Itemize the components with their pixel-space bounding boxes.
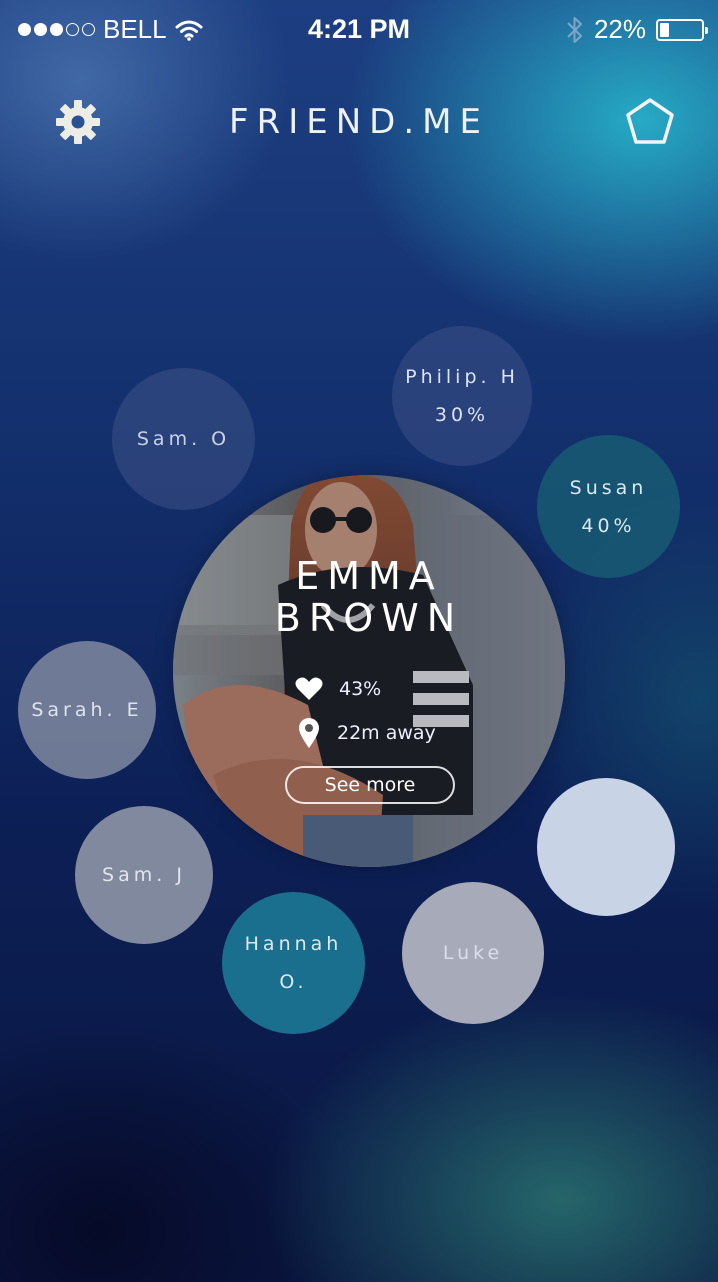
match-percent: 43% [339, 678, 382, 700]
friend-match: 30% [434, 404, 490, 426]
status-right: 22% [566, 14, 708, 45]
friend-name: Susan [569, 476, 648, 499]
friend-bubble-philip-h[interactable]: Philip. H 30% [392, 326, 532, 466]
friend-name: Hannah [244, 933, 343, 955]
app-title: FRIEND.ME [229, 102, 489, 142]
location-pin-icon [299, 718, 319, 748]
profile-first-name: EMMA [295, 554, 443, 598]
friend-bubble-hannah-o[interactable]: Hannah O. [222, 892, 365, 1034]
profile-name: EMMA BROWN [173, 555, 565, 639]
bluetooth-icon [567, 16, 582, 43]
see-more-button[interactable]: See more [285, 766, 455, 804]
battery-icon [656, 18, 708, 41]
battery-tip [705, 26, 708, 34]
profile-last-name: BROWN [274, 596, 464, 640]
friend-name: Luke [442, 942, 504, 964]
status-bar: BELL 4:21 PM 22% [0, 0, 718, 60]
friend-name: Sarah. E [31, 699, 143, 721]
battery-fill [660, 22, 669, 37]
friend-name: Sam. O [136, 428, 231, 450]
match-row: 43% [295, 677, 381, 701]
heart-icon [295, 677, 323, 700]
distance-row: 22m away [297, 717, 436, 749]
battery-percent: 22% [593, 14, 646, 44]
pentagon-icon[interactable] [624, 96, 676, 148]
nav-bar: FRIEND.ME [0, 88, 718, 158]
friend-bubble-sarah-e[interactable]: Sarah. E [18, 641, 156, 779]
profile-photo [173, 475, 565, 867]
friend-name-second-line: O. [279, 971, 308, 993]
distance-text: 22m away [337, 722, 436, 744]
friend-bubble-luke[interactable]: Luke [402, 882, 544, 1024]
profile-card[interactable]: EMMA BROWN 43% 22m away See more [173, 475, 565, 867]
friend-name: Philip. H [405, 366, 519, 388]
friend-match: 40% [581, 514, 636, 537]
